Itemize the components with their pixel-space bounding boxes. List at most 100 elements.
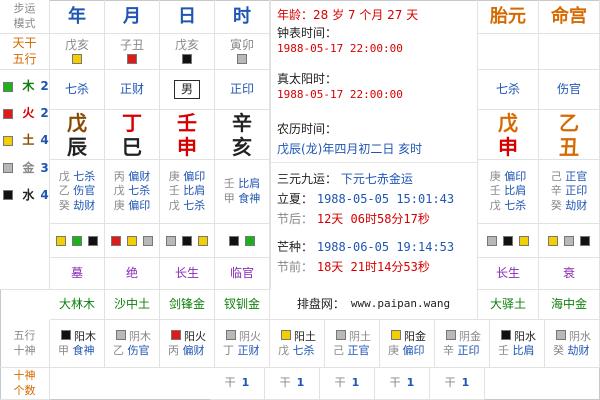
bottom-item-1-b: 甲: [58, 344, 69, 357]
canggan-day-line-2: 壬 比肩: [169, 185, 206, 197]
fire-color-swatch: [3, 108, 14, 119]
nayin-year-text: 大林木: [58, 296, 95, 311]
canggan-taiyuan-line-1: 庚 偏印: [490, 171, 527, 183]
changsheng-hour: 临官: [215, 258, 270, 290]
pillar-minggong: 乙 丑: [539, 110, 600, 160]
right-nayin-taiyuan-text: 大驿土: [489, 296, 526, 311]
water-color-swatch: [3, 190, 14, 201]
canggan-day: 庚 偏印 壬 比肩 戊 七杀: [160, 160, 215, 224]
bottom-item-2-bottom: 乙 伤官: [113, 344, 150, 357]
count-cell-4: 干 1: [375, 368, 430, 400]
square-3: [88, 235, 98, 246]
bottom-item-4-bottom: 丁 正财: [223, 344, 260, 357]
element-squares-year: [50, 224, 105, 258]
bottom-item-1-a: 阳木: [74, 329, 96, 343]
right-nayin-taiyuan: 大驿土: [478, 290, 539, 320]
canggan-year-shishen-2: 伤官: [73, 184, 96, 198]
canggan-minggong-stem-3: 癸: [550, 198, 562, 212]
bottom-item-5-bottom: 戊 七杀: [278, 344, 315, 357]
wuxing-counts: 木 2 火 2 土 4 金 3 水 4: [0, 70, 50, 290]
pillar-taiyuan-branch: 申: [498, 134, 518, 159]
canggan-hour-stem-1: 壬: [223, 177, 235, 191]
canggan-year-shishen-1: 七杀: [73, 170, 96, 184]
right-nayin-minggong-text: 海中金: [550, 296, 587, 311]
site-url-link[interactable]: www.paipan.wang: [351, 298, 450, 310]
canggan-minggong-shishen-1: 正官: [565, 170, 588, 184]
count-cell-3-value: 1: [351, 376, 360, 390]
canggan-hour-line-1: 壬 比肩: [224, 178, 261, 190]
pillar-year-stem: 戊: [67, 110, 87, 135]
mode-label-line-2: 模式: [13, 16, 36, 30]
square-2: [127, 235, 137, 246]
changsheng-hour-text: 临官: [229, 265, 254, 280]
square-2: [564, 235, 574, 246]
square-3: [198, 235, 208, 246]
bottom-item-3: 阳火 丙 偏财: [160, 320, 215, 368]
bottom-labels-2: 十神 个数: [0, 368, 50, 400]
fire-count: 2: [40, 106, 49, 121]
canggan-day-stem-3: 戊: [168, 198, 180, 212]
canggan-minggong-shishen-3: 劫财: [565, 198, 588, 212]
canggan-hour-stem-2: 甲: [223, 191, 235, 205]
count-cell-5: 干 1: [430, 368, 485, 400]
ganzhi-small-month: 子丑: [105, 34, 160, 70]
right-shishen-minggong: 伤官: [539, 70, 600, 110]
canggan-minggong-line-1: 己 正官: [551, 171, 588, 183]
canggan-taiyuan-line-2: 壬 比肩: [490, 185, 527, 197]
bottom-item-8-a: 阴金: [459, 329, 481, 343]
nayin-day: 剑锋金: [160, 290, 215, 320]
count-cell-4-value: 1: [406, 376, 415, 390]
bottom-item-6-bottom: 己 正官: [333, 344, 370, 357]
header-hour-text: 时: [233, 5, 251, 27]
wuxing-label: 五行: [12, 51, 37, 66]
water-label: 水: [22, 187, 35, 202]
wuxing-count-earth: 土 4: [0, 134, 49, 147]
birth-info-panel: 年龄：28 岁 7 个月 27 天 钟表时间： 1988-05-17 22:00…: [270, 0, 478, 290]
wuxing-count-fire: 火 2: [0, 106, 49, 121]
changsheng-month: 绝: [105, 258, 160, 290]
solar-time-value: 1988-05-17 22:00:00: [277, 88, 403, 101]
square-3: [519, 235, 529, 246]
bottom-item-4-c: 正财: [237, 344, 260, 357]
bottom-item-3-b: 丙: [168, 344, 179, 357]
canggan-month-stem-3: 庚: [113, 198, 125, 212]
bottom-item-3-a: 阳火: [184, 329, 206, 343]
count-cell-1: 干 1: [210, 368, 265, 400]
bottom-item-8: 阴金 辛 正印: [435, 320, 490, 368]
jiehou-row: 节后： 12天 06时58分17秒: [277, 210, 471, 226]
element-swatch-hour: [236, 54, 247, 65]
header-taiyuan: 胎元: [478, 0, 539, 34]
square-1: [487, 235, 497, 246]
canggan-minggong-stem-1: 己: [550, 170, 562, 184]
bottom-item-10-a: 阴水: [569, 329, 591, 343]
bottom-item-9: 阳水 壬 比肩: [490, 320, 545, 368]
bottom-item-7-a: 阳金: [404, 329, 426, 343]
canggan-day-shishen-2: 比肩: [183, 184, 206, 198]
canggan-minggong-line-3: 癸 劫财: [550, 198, 588, 212]
bottom-item-4-b: 丁: [223, 344, 234, 357]
pillar-hour-branch: 亥: [232, 134, 252, 159]
element-squares-day: [160, 224, 215, 258]
pillar-minggong-stem: 乙: [559, 110, 579, 135]
changsheng-day: 长生: [160, 258, 215, 290]
canggan-minggong-shishen-2: 正印: [565, 184, 588, 198]
header-day: 日: [160, 0, 215, 34]
bottom-item-9-c: 比肩: [512, 344, 535, 357]
wood-color-swatch: [3, 81, 14, 92]
bottom-item-2-b: 乙: [113, 344, 124, 357]
shishen-hour-text: 正印: [229, 81, 254, 96]
nayin-hour-text: 钗钏金: [223, 296, 260, 311]
bottom-label-wuxing: 五行: [13, 329, 36, 343]
bottom-item-8-swatch: [446, 329, 456, 340]
pillar-hour-stem: 辛: [232, 110, 252, 135]
pillar-minggong-branch: 丑: [559, 134, 579, 159]
bottom-item-8-bottom: 辛 正印: [443, 344, 480, 357]
pillar-day-stem: 壬: [177, 110, 197, 135]
bottom-item-10-top: 阴水: [553, 329, 591, 343]
canggan-day-shishen-3: 七杀: [183, 198, 206, 212]
canggan-taiyuan: 庚 偏印 壬 比肩 戊 七杀: [478, 160, 539, 224]
jieqian-row: 节前： 18天 21时14分53秒: [277, 258, 471, 274]
bottom-item-9-top: 阳水: [498, 329, 536, 343]
jiehou-label: 节后：: [277, 212, 314, 226]
bottom-item-2-swatch: [116, 329, 126, 340]
